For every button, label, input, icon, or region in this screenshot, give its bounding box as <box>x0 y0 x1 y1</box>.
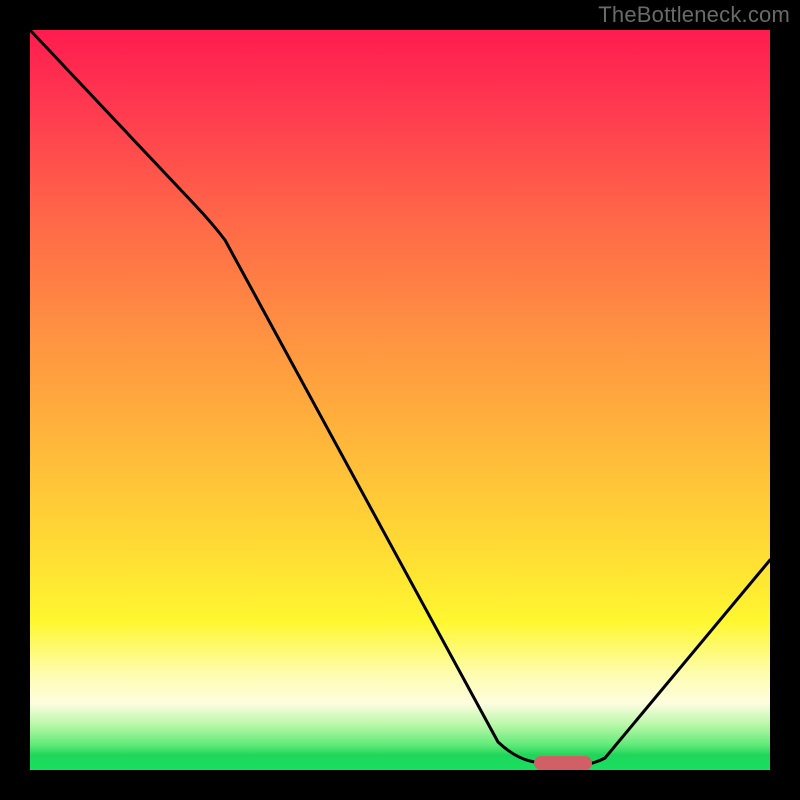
optimal-marker <box>534 756 592 770</box>
curve-path <box>30 30 770 766</box>
bottleneck-curve <box>30 30 770 770</box>
watermark-text: TheBottleneck.com <box>598 2 790 28</box>
plot-area <box>30 30 770 770</box>
chart-frame: TheBottleneck.com <box>0 0 800 800</box>
